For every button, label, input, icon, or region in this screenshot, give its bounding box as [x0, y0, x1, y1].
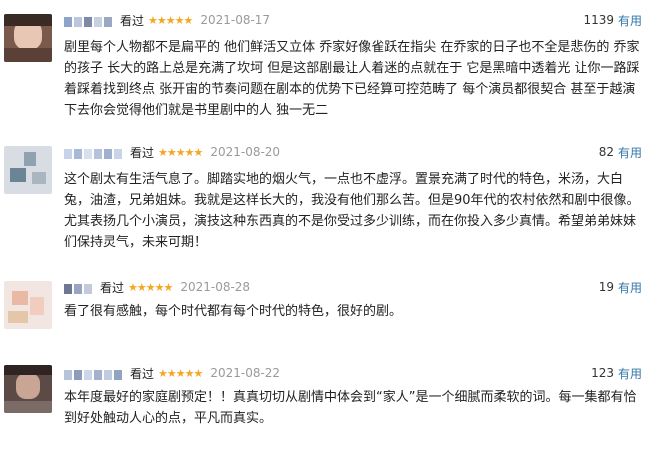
useful-button[interactable]: 有用 [618, 144, 642, 161]
avatar[interactable] [4, 146, 52, 194]
useful-button[interactable]: 有用 [618, 12, 642, 29]
review-date: 2021-08-20 [210, 145, 281, 159]
review-text: 这个剧太有生活气息了。脚踏实地的烟火气，一点也不虚浮。置景充满了时代的特色，米汤… [64, 172, 640, 250]
vote-area: 82 有用 [599, 142, 642, 162]
useful-count: 82 [598, 145, 614, 159]
username[interactable] [64, 147, 124, 159]
username[interactable] [64, 15, 114, 27]
review-text: 看了很有感触，每个时代都有每个时代的特色，很好的剧。 [64, 304, 403, 319]
vote-area: 19 有用 [599, 277, 642, 297]
vote-area: 1139 有用 [583, 10, 642, 30]
rating-stars: ★★★★★ [128, 280, 173, 294]
watch-status: 看过 [130, 145, 155, 160]
review-item: 看过 ★★★★★ 2021-08-20 82 有用 这个剧太有生活气息了。脚踏实… [0, 142, 650, 252]
review-item: 看过 ★★★★★ 2021-08-17 1139 有用 剧里每个人物都不是扁平的… [0, 10, 650, 120]
vote-area: 123 有用 [591, 363, 642, 383]
review-meta: 看过 ★★★★★ 2021-08-28 [64, 277, 250, 297]
review-text: 本年度最好的家庭剧预定！！真真切切从剧情中体会到“家人”是一个细腻而柔软的词。每… [64, 390, 637, 426]
review-meta: 看过 ★★★★★ 2021-08-20 [64, 142, 280, 162]
useful-count: 1139 [583, 13, 614, 27]
review-meta: 看过 ★★★★★ 2021-08-22 [64, 363, 280, 383]
watch-status: 看过 [100, 280, 125, 295]
rating-stars: ★★★★★ [158, 145, 203, 159]
review-text: 剧里每个人物都不是扁平的 他们鲜活又立体 乔家好像雀跃在指尖 在乔家的日子也不全… [64, 40, 640, 118]
useful-button[interactable]: 有用 [618, 279, 642, 296]
username[interactable] [64, 368, 124, 380]
rating-stars: ★★★★★ [158, 366, 203, 380]
review-date: 2021-08-17 [200, 13, 271, 27]
rating-stars: ★★★★★ [148, 13, 193, 27]
avatar[interactable] [4, 281, 52, 329]
username[interactable] [64, 282, 94, 294]
avatar[interactable] [4, 14, 52, 62]
review-date: 2021-08-28 [180, 280, 251, 294]
watch-status: 看过 [120, 13, 145, 28]
review-date: 2021-08-22 [210, 366, 281, 380]
useful-count: 19 [598, 280, 614, 294]
review-meta: 看过 ★★★★★ 2021-08-17 [64, 10, 270, 30]
useful-button[interactable]: 有用 [618, 365, 642, 382]
review-item: 看过 ★★★★★ 2021-08-28 19 有用 看了很有感触，每个时代都有每… [0, 277, 650, 337]
useful-count: 123 [591, 366, 614, 380]
avatar[interactable] [4, 365, 52, 413]
review-item: 看过 ★★★★★ 2021-08-22 123 有用 本年度最好的家庭剧预定！！… [0, 363, 650, 443]
watch-status: 看过 [130, 366, 155, 381]
